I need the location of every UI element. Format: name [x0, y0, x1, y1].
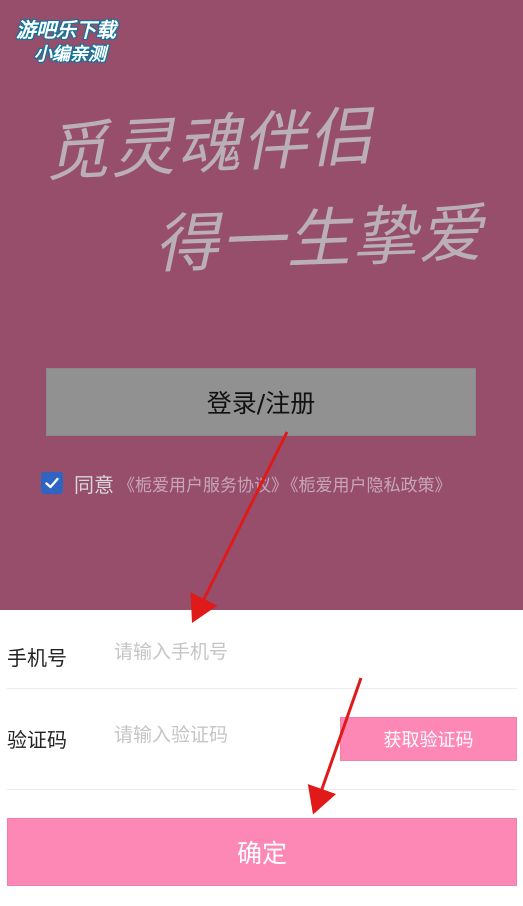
get-code-button[interactable]: 获取验证码: [340, 717, 517, 761]
watermark-logo: 游吧乐下载 小编亲测: [8, 8, 148, 66]
confirm-button[interactable]: 确定: [7, 818, 517, 886]
check-icon: [45, 477, 59, 489]
divider: [7, 789, 517, 790]
divider: [7, 688, 517, 689]
slogan-line-2: 得一生挚爱: [153, 197, 486, 283]
watermark-line-2: 小编亲测: [34, 44, 106, 65]
agree-checkbox[interactable]: [41, 472, 63, 494]
slogan-line-1: 觅灵魂伴侣: [42, 100, 377, 192]
watermark-line-1: 游吧乐下载: [16, 18, 116, 42]
phone-label: 手机号: [7, 646, 67, 670]
phone-row: 手机号: [0, 614, 523, 694]
code-label: 验证码: [7, 728, 67, 752]
agreement-row: 同意 《栀爱用户服务协议》 《栀爱用户隐私政策》: [41, 468, 454, 498]
login-register-button[interactable]: 登录/注册: [46, 368, 476, 436]
service-agreement-link[interactable]: 《栀爱用户服务协议》: [118, 476, 288, 496]
code-input[interactable]: [112, 723, 326, 747]
agree-label: 同意: [74, 472, 114, 497]
privacy-policy-link[interactable]: 《栀爱用户隐私政策》: [290, 476, 452, 496]
phone-input[interactable]: [112, 640, 326, 664]
intro-panel: 游吧乐下载 小编亲测 觅灵魂伴侣 得一生挚爱 登录/注册 同意 《栀爱用户服务协…: [0, 0, 523, 610]
